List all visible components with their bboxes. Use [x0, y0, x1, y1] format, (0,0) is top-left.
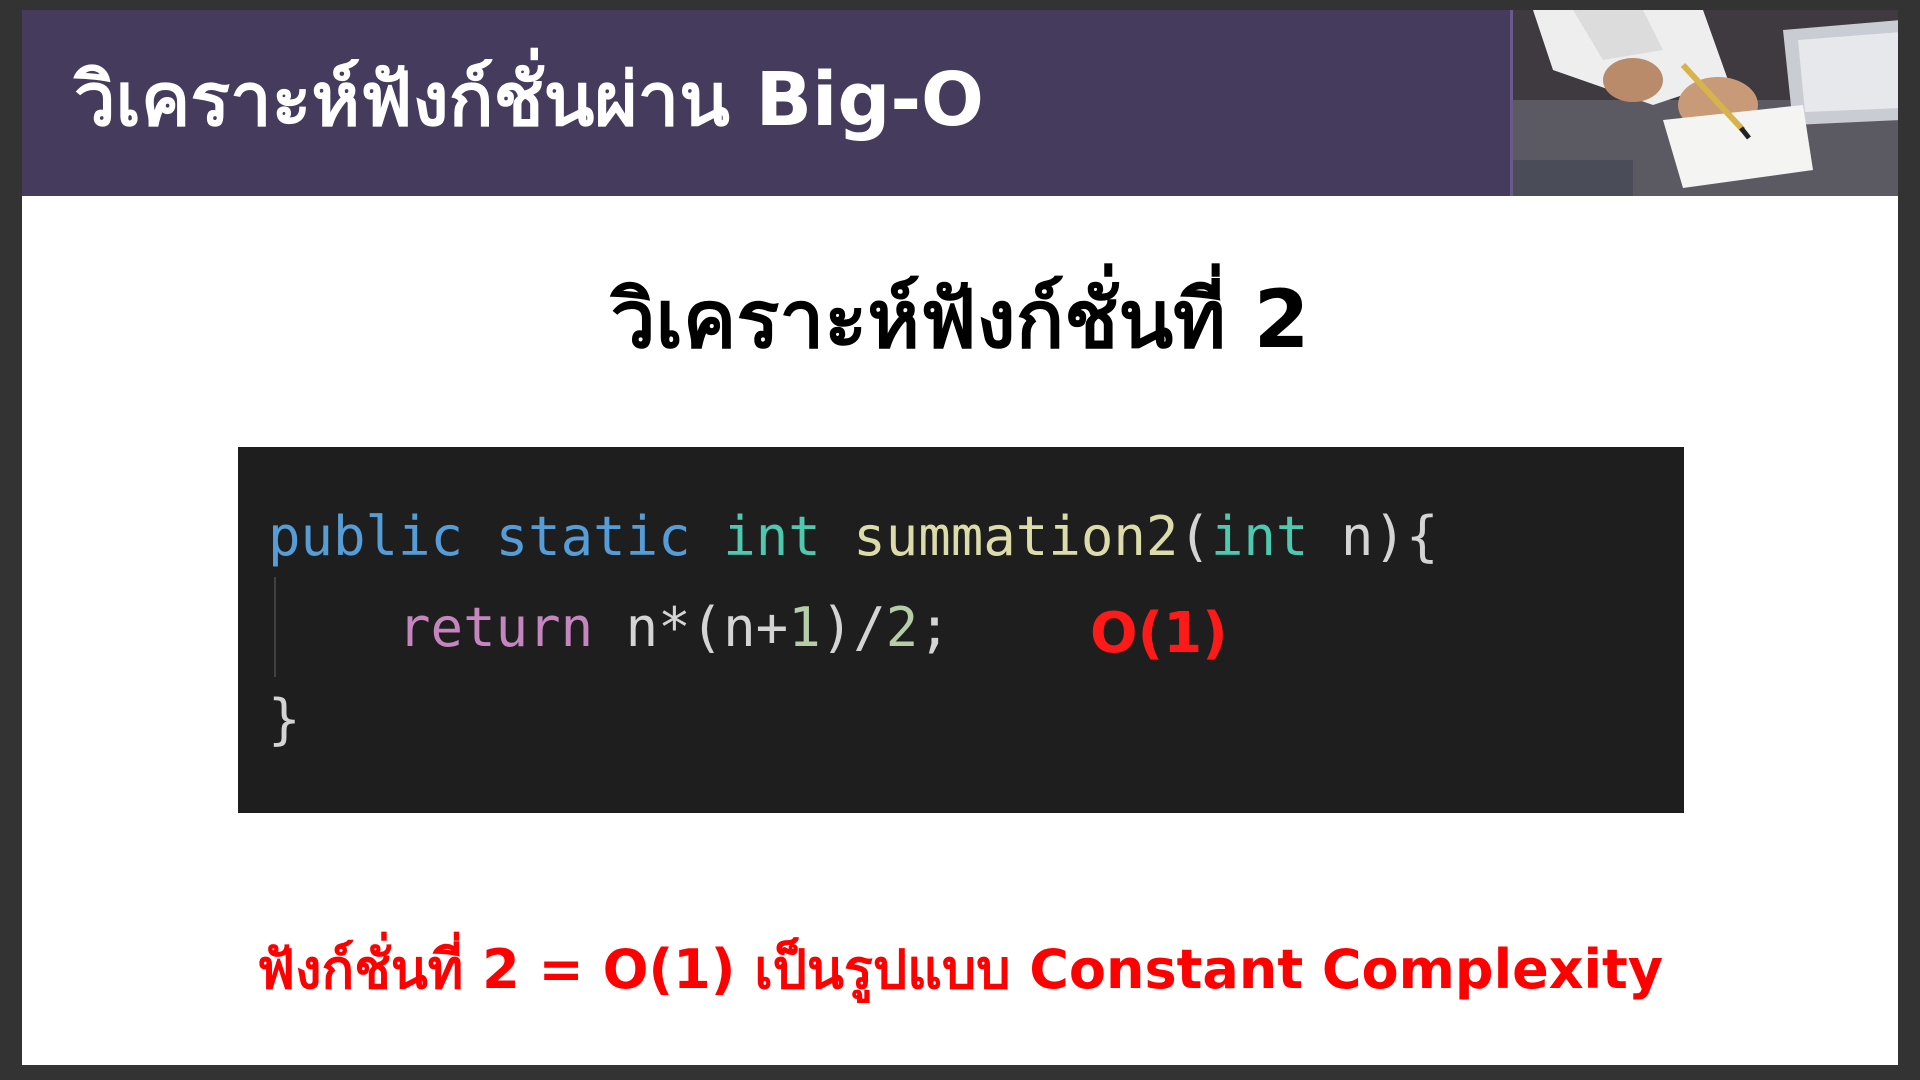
code-block: public static int summation2(int n){ ret…	[238, 447, 1684, 813]
slide-heading: วิเคราะห์ฟังก์ชั่นที่ 2	[610, 273, 1310, 366]
code-token-expr-a: n*(n+	[593, 596, 789, 659]
code-token-function-name: summation2	[853, 505, 1179, 568]
code-token-int: int	[723, 505, 821, 568]
code-line-return: return n*(n+1)/2;	[268, 593, 951, 663]
code-token-static: static	[495, 505, 691, 568]
code-line-close-brace: }	[268, 688, 301, 751]
complexity-annotation: O(1)	[1090, 601, 1228, 666]
code-token-expr-b: )/	[820, 596, 886, 659]
code-token-param-type: int	[1210, 505, 1309, 568]
person-writing-photo-icon	[1510, 10, 1898, 196]
code-token-one: 1	[788, 596, 821, 659]
header-title: วิเคราะห์ฟังก์ชั่นผ่าน Big-O	[74, 57, 984, 143]
code-token-open-paren: (	[1178, 505, 1211, 568]
slide: วิเคราะห์ฟังก์ชั่นผ่าน Big-O วิเคราะห์ฟั…	[22, 10, 1898, 1065]
code-token-param-rest: n){	[1308, 505, 1439, 568]
code-token-expr-c: ;	[918, 596, 951, 659]
code-token-return: return	[398, 596, 594, 659]
code-line-signature: public static int summation2(int n){	[268, 502, 1438, 572]
slide-header: วิเคราะห์ฟังก์ชั่นผ่าน Big-O	[22, 10, 1898, 196]
code-token-two: 2	[885, 596, 919, 659]
code-token-public: public	[268, 505, 464, 568]
conclusion-text: ฟังก์ชั่นที่ 2 = O(1) เป็นรูปแบบ Constan…	[256, 938, 1664, 1001]
